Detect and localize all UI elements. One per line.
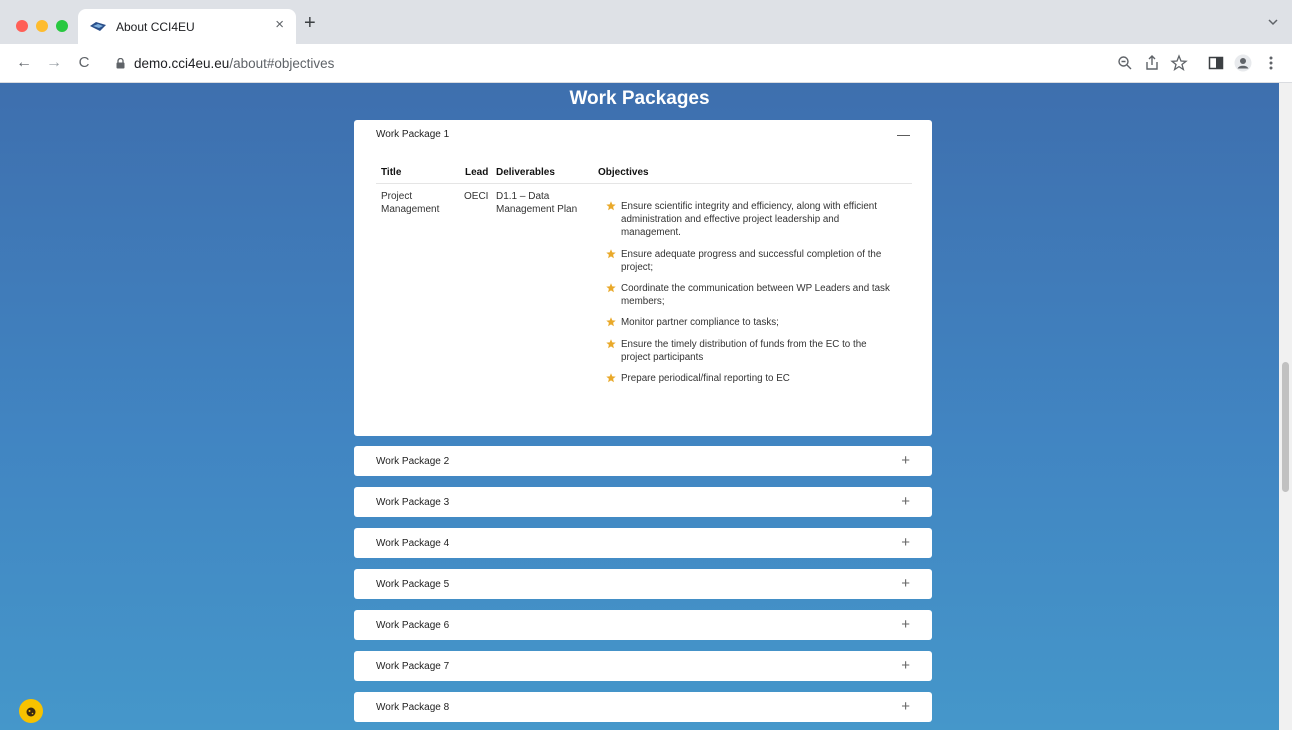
expand-button[interactable]: + <box>901 699 910 714</box>
expand-button[interactable]: + <box>901 576 910 591</box>
objective-item: Monitor partner compliance to tasks; <box>606 316 896 329</box>
reload-button[interactable]: C <box>74 53 94 73</box>
work-package-row[interactable]: Work Package 2 + <box>354 446 932 476</box>
objective-item: Coordinate the communication between WP … <box>606 282 896 308</box>
work-package-row[interactable]: Work Package 6 + <box>354 610 932 640</box>
column-header-title: Title <box>381 167 402 178</box>
lock-icon <box>116 58 125 69</box>
minimize-window-button[interactable] <box>36 20 48 32</box>
collapse-button[interactable]: — <box>897 128 910 142</box>
objective-item: Prepare periodical/final reporting to EC <box>606 372 896 385</box>
objective-text: Monitor partner compliance to tasks; <box>621 317 779 329</box>
expand-button[interactable]: + <box>901 453 910 468</box>
work-package-label: Work Package 6 <box>376 620 450 631</box>
tab-title: About CCI4EU <box>116 20 195 34</box>
work-package-row[interactable]: Work Package 7 + <box>354 651 932 681</box>
cell-title: Project Management <box>381 191 440 215</box>
objective-item: Ensure scientific integrity and efficien… <box>606 200 896 240</box>
star-icon <box>606 317 616 327</box>
star-icon <box>606 248 616 258</box>
objective-text: Prepare periodical/final reporting to EC <box>621 373 790 385</box>
objective-item: Ensure adequate progress and successful … <box>606 248 896 274</box>
column-header-lead: Lead <box>465 167 489 178</box>
share-icon[interactable] <box>1143 54 1161 72</box>
maximize-window-button[interactable] <box>56 20 68 32</box>
url-text: demo.cci4eu.eu/about#objectives <box>134 56 335 71</box>
profile-icon[interactable] <box>1234 54 1252 72</box>
work-package-row[interactable]: Work Package 3 + <box>354 487 932 517</box>
objective-text: Ensure adequate progress and successful … <box>621 248 882 273</box>
column-header-deliverables: Deliverables <box>496 167 555 178</box>
expand-button[interactable]: + <box>901 658 910 673</box>
forward-button[interactable]: → <box>44 53 64 73</box>
work-package-label: Work Package 8 <box>376 702 450 713</box>
work-package-label: Work Package 5 <box>376 579 450 590</box>
objectives-list: Ensure scientific integrity and efficien… <box>606 200 896 393</box>
star-icon <box>606 201 616 211</box>
objective-item: Ensure the timely distribution of funds … <box>606 338 896 364</box>
scrollbar-thumb[interactable] <box>1282 362 1289 492</box>
new-tab-button[interactable]: + <box>304 13 316 33</box>
tab-strip: About CCI4EU × + <box>0 0 1292 44</box>
objective-text: Coordinate the communication between WP … <box>621 283 890 308</box>
side-panel-icon[interactable] <box>1207 54 1225 72</box>
browser-toolbar: ← → C demo.cci4eu.eu/about#objectives <box>0 44 1292 83</box>
browser-tab[interactable]: About CCI4EU × <box>78 9 296 44</box>
work-package-label: Work Package 2 <box>376 456 450 467</box>
objective-text: Ensure the timely distribution of funds … <box>621 338 867 363</box>
star-icon <box>606 338 616 348</box>
cell-lead: OECI <box>464 191 489 202</box>
expand-button[interactable]: + <box>901 617 910 632</box>
window-controls <box>16 20 68 32</box>
work-package-1-panel: Work Package 1 — Title Lead Deliverables… <box>354 120 932 436</box>
bookmark-star-icon[interactable] <box>1170 54 1188 72</box>
address-bar[interactable]: demo.cci4eu.eu/about#objectives <box>100 50 1105 78</box>
work-package-row[interactable]: Work Package 8 + <box>354 692 932 722</box>
chevron-down-icon[interactable] <box>1268 17 1278 27</box>
work-package-label: Work Package 4 <box>376 538 450 549</box>
objective-text: Ensure scientific integrity and efficien… <box>621 201 877 239</box>
work-package-row[interactable]: Work Package 5 + <box>354 569 932 599</box>
zoom-icon[interactable] <box>1116 54 1134 72</box>
favicon-icon <box>90 22 106 31</box>
star-icon <box>606 373 616 383</box>
star-icon <box>606 283 616 293</box>
work-package-row[interactable]: Work Package 4 + <box>354 528 932 558</box>
work-package-label: Work Package 7 <box>376 661 450 672</box>
cookie-icon <box>26 707 36 717</box>
tab-close-button[interactable]: × <box>275 17 284 33</box>
close-window-button[interactable] <box>16 20 28 32</box>
table-divider <box>376 183 912 184</box>
menu-dots-icon[interactable] <box>1262 54 1280 72</box>
expand-button[interactable]: + <box>901 494 910 509</box>
expand-button[interactable]: + <box>901 535 910 550</box>
cookie-settings-button[interactable] <box>19 699 43 723</box>
section-title: Work Packages <box>569 88 710 109</box>
work-package-label: Work Package 3 <box>376 497 450 508</box>
work-package-header[interactable]: Work Package 1 <box>376 129 449 140</box>
cell-deliverables: D1.1 – Data Management Plan <box>496 191 578 215</box>
page-viewport: Work Packages Work Package 1 — Title Lea… <box>0 83 1279 730</box>
column-header-objectives: Objectives <box>598 167 649 178</box>
back-button[interactable]: ← <box>14 53 34 73</box>
